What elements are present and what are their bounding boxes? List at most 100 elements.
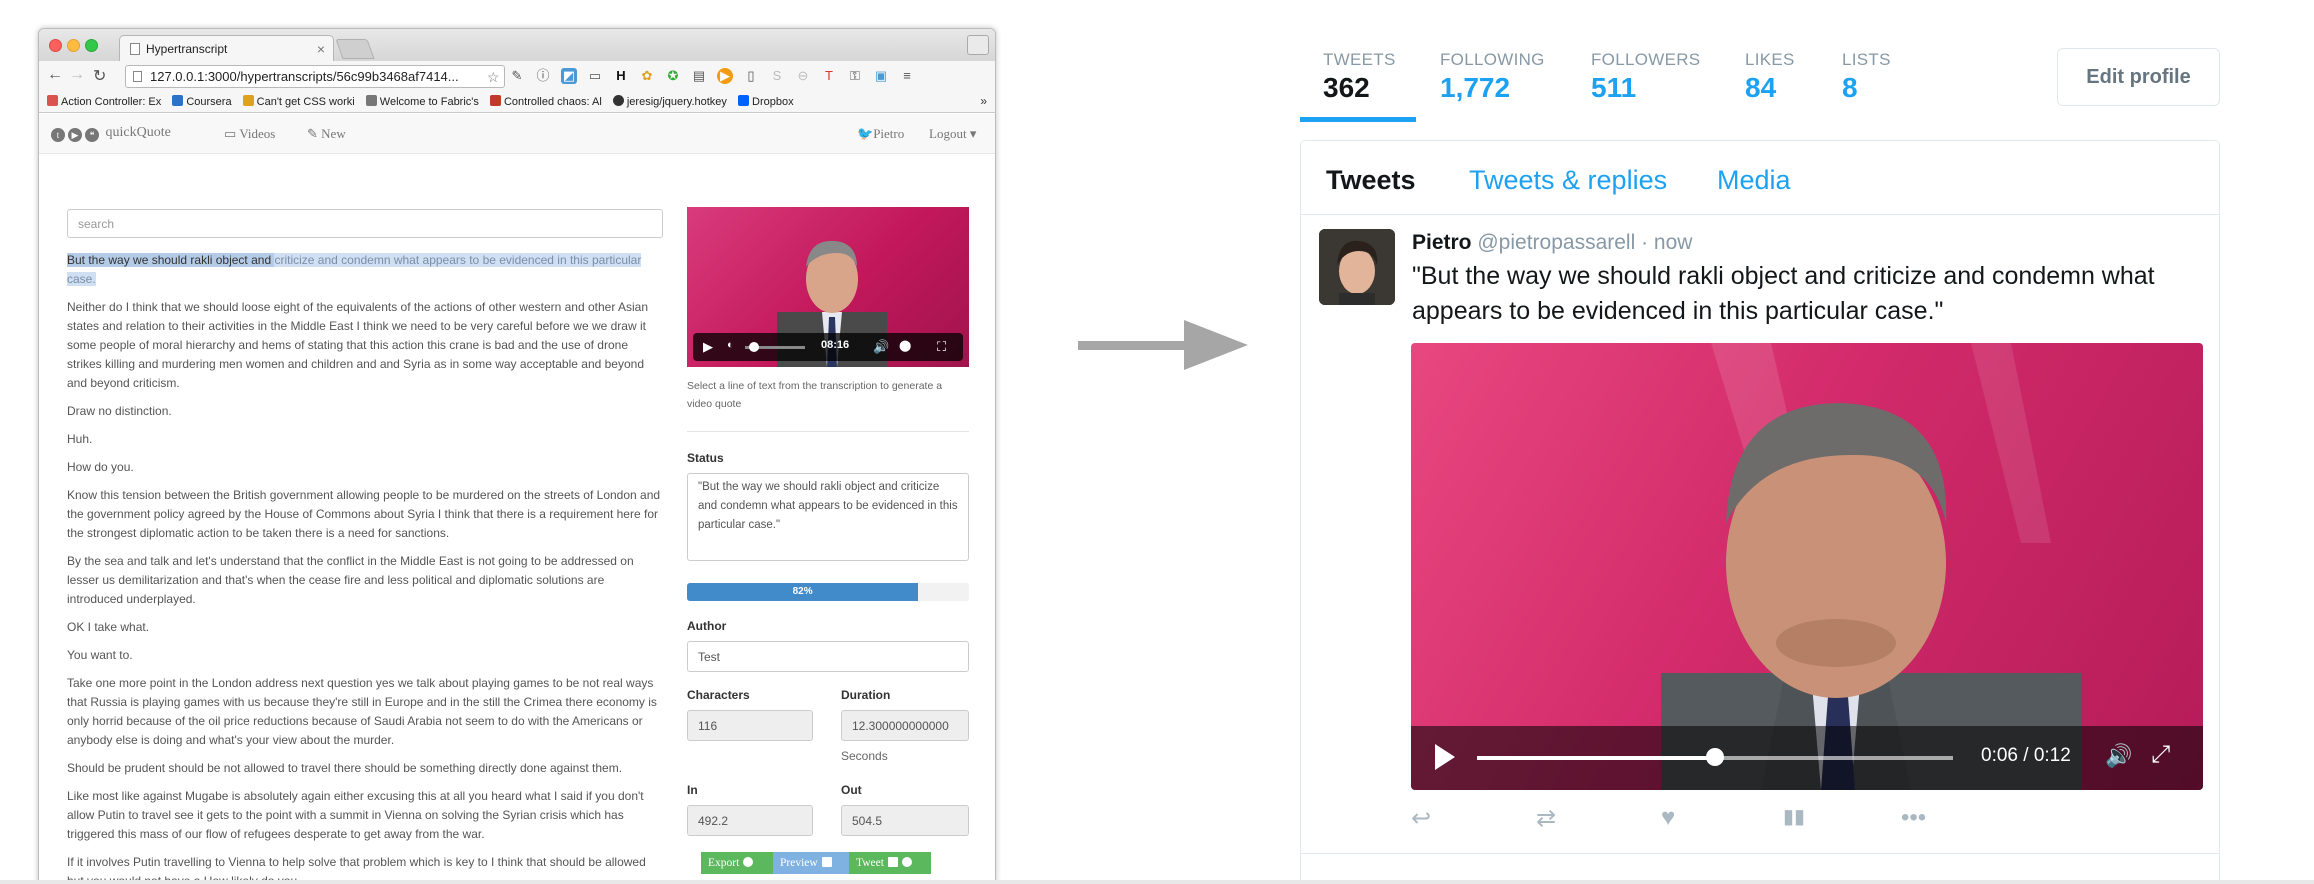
nav-videos[interactable]: ▭ Videos xyxy=(224,126,275,142)
author-input[interactable]: Test xyxy=(687,641,969,672)
info-extension-icon[interactable]: ⓘ xyxy=(535,68,551,84)
bookmark-item[interactable]: Can't get CSS worki xyxy=(242,95,355,108)
bookmark-item[interactable]: Welcome to Fabric's xyxy=(365,95,479,108)
zoom-window-button[interactable] xyxy=(85,39,98,52)
shield-extension-icon[interactable]: ✪ xyxy=(665,68,681,84)
tweet-author-name[interactable]: Pietro xyxy=(1412,231,1472,254)
pencil-extension-icon[interactable]: ✎ xyxy=(509,68,525,84)
stat-likes[interactable]: LIKES 84 xyxy=(1745,50,1795,104)
stat-followers[interactable]: FOLLOWERS 511 xyxy=(1591,50,1700,104)
transcript-line[interactable]: Draw no distinction. xyxy=(67,402,663,421)
screenshot-extension-icon[interactable]: ◩ xyxy=(561,68,577,84)
tab-tweets[interactable]: Tweets xyxy=(1326,165,1416,196)
transcript-line[interactable]: Neither do I think that we should loose … xyxy=(67,298,663,393)
retweet-icon[interactable]: ⇄ xyxy=(1536,804,1556,833)
stat-value: 84 xyxy=(1745,72,1777,103)
analytics-icon[interactable]: ▮▮ xyxy=(1783,804,1805,829)
play-extension-icon[interactable]: ▶ xyxy=(717,68,733,84)
lock-extension-icon[interactable]: ⚿ xyxy=(847,68,863,84)
bookmark-item[interactable]: Action Controller: Ex xyxy=(47,95,161,108)
tab-media[interactable]: Media xyxy=(1717,165,1791,196)
play-icon[interactable] xyxy=(1435,744,1455,770)
close-window-button[interactable] xyxy=(49,39,62,52)
transcript-line[interactable]: Take one more point in the London addres… xyxy=(67,674,663,750)
volume-icon[interactable]: 🔊 xyxy=(873,339,889,355)
menu-icon[interactable]: ≡ xyxy=(899,68,915,84)
tweet-video-seek-handle[interactable] xyxy=(1706,748,1724,766)
status-textarea[interactable]: "But the way we should rakli object and … xyxy=(687,473,969,561)
tweet-video[interactable]: 0:06 / 0:12 🔊 ⤢ xyxy=(1411,343,2203,790)
window-extension-icon[interactable]: ▣ xyxy=(873,68,889,84)
status-label: Status xyxy=(687,451,724,465)
play-icon[interactable]: ▶ xyxy=(703,339,713,355)
video-seek-handle[interactable] xyxy=(749,342,759,352)
selection-start[interactable]: But the way we should rakli object and xyxy=(67,253,275,267)
clapper-extension-icon[interactable]: ▤ xyxy=(691,68,707,84)
transcript-line[interactable]: OK I take what. xyxy=(67,618,663,637)
in-field[interactable]: 492.2 xyxy=(687,805,813,836)
forward-icon[interactable]: → xyxy=(69,66,85,84)
tab-close-icon[interactable]: × xyxy=(317,41,325,57)
address-bar[interactable]: 127.0.0.1:3000/hypertranscripts/56c99b34… xyxy=(125,65,505,88)
nav-user[interactable]: 🐦Pietro xyxy=(857,126,904,142)
out-field[interactable]: 504.5 xyxy=(841,805,969,836)
bookmark-item[interactable]: Dropbox xyxy=(738,95,794,108)
transcript-line[interactable]: How do you. xyxy=(67,458,663,477)
browser-tab[interactable]: Hypertranscript × xyxy=(119,35,334,62)
minimize-window-button[interactable] xyxy=(67,39,80,52)
reload-icon[interactable]: ↻ xyxy=(93,66,106,86)
fullscreen-icon[interactable]: ⛶ xyxy=(937,339,946,355)
preview-button[interactable]: Preview xyxy=(773,852,849,874)
profile-icon[interactable] xyxy=(967,35,989,55)
transcript-line[interactable]: Know this tension between the British go… xyxy=(67,486,663,543)
tweet-label: Tweet xyxy=(856,857,884,869)
main-content: search But the way we should rakli objec… xyxy=(39,155,995,883)
export-label: Export xyxy=(708,857,740,869)
tweet-author-handle[interactable]: @pietropassarell xyxy=(1477,231,1635,254)
logout-dropdown[interactable]: Logout ▾ xyxy=(929,126,976,142)
h-extension-icon[interactable]: H xyxy=(613,68,629,84)
cast-extension-icon[interactable]: ▭ xyxy=(587,68,603,84)
bookmark-item[interactable]: Coursera xyxy=(172,95,232,108)
volume-slider-icon[interactable]: ⬤ xyxy=(899,339,911,352)
bookmark-star-icon[interactable]: ☆ xyxy=(487,69,500,86)
volume-icon[interactable]: 🔊 xyxy=(2105,743,2132,769)
stat-label: LIKES xyxy=(1745,50,1795,69)
reply-icon[interactable]: ↩ xyxy=(1411,804,1431,833)
more-icon[interactable]: ••• xyxy=(1901,804,1926,832)
bookmarks-bar: Action Controller: Ex Coursera Can't get… xyxy=(39,91,995,113)
bookmark-item[interactable]: Controlled chaos: Al xyxy=(489,95,602,108)
stat-tweets[interactable]: TWEETS 362 xyxy=(1323,50,1396,104)
back-icon[interactable]: ← xyxy=(47,66,63,84)
transcript-line[interactable]: Huh. xyxy=(67,430,663,449)
doc-extension-icon[interactable]: ▯ xyxy=(743,68,759,84)
tab-tweets-replies[interactable]: Tweets & replies xyxy=(1469,165,1667,196)
tool-extension-icon[interactable]: T xyxy=(821,68,837,84)
like-icon[interactable]: ♥ xyxy=(1661,804,1675,832)
transcript-line[interactable]: Should be prudent should be not allowed … xyxy=(67,759,663,778)
stat-following[interactable]: FOLLOWING 1,772 xyxy=(1440,50,1545,104)
tweet-button[interactable]: Tweet xyxy=(849,852,931,874)
author-label: Author xyxy=(687,619,727,633)
search-input[interactable]: search xyxy=(67,209,663,238)
fullscreen-icon[interactable]: ⤢ xyxy=(2151,741,2170,769)
stat-lists[interactable]: LISTS 8 xyxy=(1842,50,1891,104)
app-navbar: t ▶ ❝ quickQuote ▭ Videos ✎ New 🐦Pietro Lo… xyxy=(39,114,995,154)
toggle-extension-icon[interactable]: ⊖ xyxy=(795,68,811,84)
nav-new[interactable]: ✎ New xyxy=(307,126,346,142)
more-bookmarks-icon[interactable]: » xyxy=(980,94,987,108)
brand[interactable]: t ▶ ❝ quickQuote xyxy=(51,125,171,142)
skype-extension-icon[interactable]: S xyxy=(769,68,785,84)
transcript-line-selected[interactable]: But the way we should rakli object and c… xyxy=(67,251,663,289)
transcript-line[interactable]: By the sea and talk and let's understand… xyxy=(67,552,663,609)
transcript-line[interactable]: Like most like against Mugabe is absolut… xyxy=(67,787,663,844)
bookmark-item[interactable]: jeresig/jquery.hotkey xyxy=(612,95,727,108)
avatar[interactable] xyxy=(1319,229,1395,305)
video-player[interactable]: ▶ ◐ 08:16 🔊 ⬤ ⛶ xyxy=(687,207,969,367)
bookmark-label: Controlled chaos: Al xyxy=(503,96,602,108)
export-button[interactable]: Export xyxy=(701,852,773,874)
puzzle-extension-icon[interactable]: ✿ xyxy=(639,68,655,84)
new-tab-button[interactable] xyxy=(335,39,375,59)
edit-profile-button[interactable]: Edit profile xyxy=(2057,48,2220,106)
transcript-line[interactable]: You want to. xyxy=(67,646,663,665)
